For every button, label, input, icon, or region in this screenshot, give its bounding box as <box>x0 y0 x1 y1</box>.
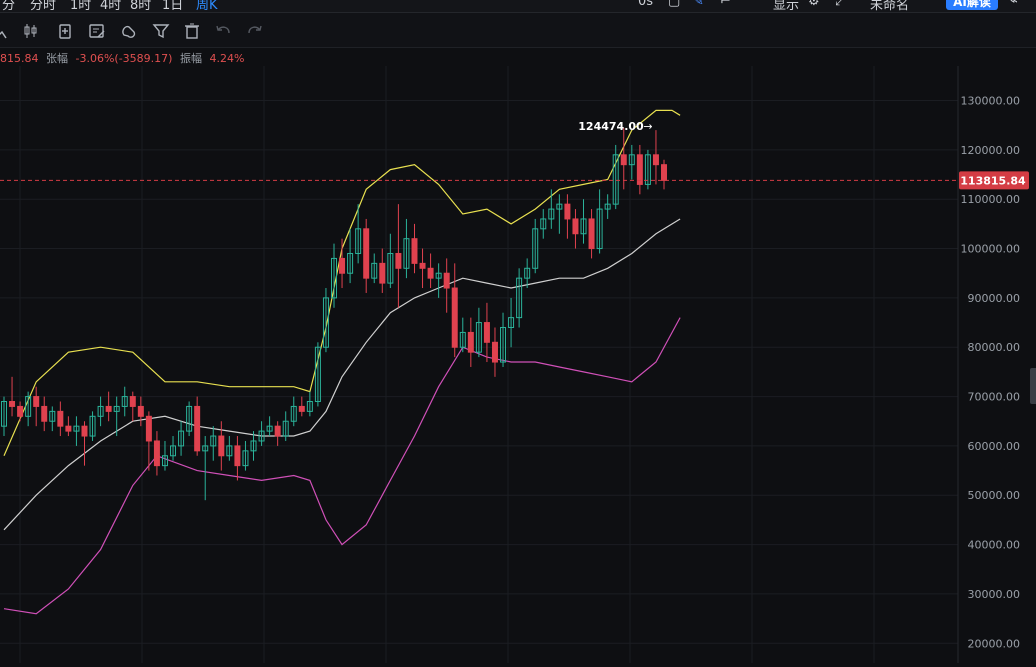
top-bar: 分 分时 1时 4时 8时 1日 周K 0s ▢ ✎ ⌐ 显示 ⚙ ⤢ 未命名 … <box>0 0 1036 13</box>
close-value: 815.84 <box>0 52 39 65</box>
amplitude-value: 4.24% <box>209 52 245 65</box>
timeframe-8h[interactable]: 8时 <box>130 0 151 12</box>
candle-body <box>443 272 450 289</box>
candle-body <box>564 203 571 220</box>
price-chart[interactable]: 130000.00 120000.00 110000.00 100000.00 9000… <box>0 66 1036 663</box>
candle-body <box>105 405 112 412</box>
candle-body <box>33 396 40 407</box>
expand-icon[interactable]: ⌐ <box>720 0 731 9</box>
candle-body <box>588 218 595 250</box>
timeframe-min[interactable]: 分 <box>2 0 15 12</box>
candle-body <box>218 435 225 457</box>
timeframe-1w[interactable]: 周K <box>196 0 218 12</box>
y-tick-label: 100000.00 <box>961 243 1021 256</box>
y-tick-label: 120000.00 <box>961 144 1021 157</box>
candle-body <box>467 331 474 353</box>
lower-band-line <box>3 317 681 615</box>
candle-body <box>65 425 72 432</box>
high-marker-label: 124474.00 <box>578 120 644 133</box>
timeframe-1d[interactable]: 1日 <box>162 0 183 12</box>
trash-icon[interactable] <box>183 22 201 40</box>
draw-icon[interactable]: ✎ <box>693 0 704 9</box>
candle-body <box>411 238 418 264</box>
filter-icon[interactable] <box>152 22 170 40</box>
undo-icon[interactable] <box>214 22 232 40</box>
candle-body <box>427 267 434 279</box>
candle-body <box>483 322 490 343</box>
share-icon[interactable]: ⌁ <box>1010 0 1018 9</box>
y-tick-label: 60000.00 <box>968 440 1021 453</box>
candle-body <box>194 405 201 452</box>
side-panel-handle[interactable] <box>1030 368 1036 404</box>
candle-body <box>451 287 458 348</box>
ai-interpret-button[interactable]: AI解读 <box>946 0 998 10</box>
candle-body <box>652 154 659 166</box>
drawing-toolbar <box>0 13 1036 48</box>
candle-body <box>9 401 16 407</box>
note-icon[interactable] <box>88 22 106 40</box>
candle-body <box>274 425 281 437</box>
y-tick-label: 90000.00 <box>968 292 1021 305</box>
candle-body <box>153 440 160 467</box>
candle-body <box>395 252 402 269</box>
y-tick-label: 80000.00 <box>968 341 1021 354</box>
candle-body <box>145 415 152 442</box>
timeframe-4h[interactable]: 4时 <box>100 0 121 12</box>
candle-body <box>57 410 64 427</box>
candle-body <box>129 396 136 407</box>
change-label: 张幅 <box>46 52 68 65</box>
candle-body <box>81 425 88 437</box>
ohlc-info-line: 815.84 张幅 -3.06%(-3589.17) 振幅 4.24% <box>0 50 248 66</box>
y-tick-label: 20000.00 <box>968 637 1021 650</box>
candlestick-chart-svg[interactable]: 130000.00 120000.00 110000.00 100000.00 9000… <box>0 66 1036 663</box>
candle-body <box>41 405 48 422</box>
candle-body <box>339 257 346 274</box>
layout-name-select[interactable]: 未命名 <box>870 0 909 12</box>
candle-body <box>491 341 498 363</box>
y-tick-label: 30000.00 <box>968 588 1021 601</box>
candle-body <box>379 262 386 284</box>
amplitude-label: 振幅 <box>179 52 202 65</box>
y-tick-label: 50000.00 <box>968 489 1021 502</box>
measure-icon[interactable] <box>56 22 74 40</box>
y-tick-label: 110000.00 <box>961 193 1021 206</box>
fullscreen-icon[interactable]: ⤢ <box>835 0 845 9</box>
cursor-icon[interactable] <box>0 22 14 40</box>
candle-body <box>298 405 305 412</box>
y-tick-label: 70000.00 <box>968 391 1021 404</box>
candle-body <box>419 262 426 269</box>
arrow-right-icon: → <box>643 120 652 133</box>
candle-body <box>661 164 667 181</box>
last-price-label: 113815.84 <box>960 174 1026 187</box>
candle-body <box>572 218 579 235</box>
change-value: -3.06%(-3589.17) <box>75 52 173 65</box>
timeframe-1h[interactable]: 1时 <box>70 0 91 12</box>
candle-body <box>137 405 144 417</box>
y-tick-label: 130000.00 <box>961 95 1021 108</box>
candle-tool-icon[interactable] <box>22 22 40 40</box>
timeframe-time[interactable]: 分时 <box>30 0 56 12</box>
magnet-icon[interactable] <box>120 22 138 40</box>
candle-body <box>363 228 370 279</box>
refresh-interval[interactable]: 0s <box>638 0 653 9</box>
candle-body <box>234 445 241 467</box>
redo-icon[interactable] <box>246 22 264 40</box>
display-menu[interactable]: 显示 <box>773 0 799 12</box>
y-tick-label: 40000.00 <box>968 539 1021 552</box>
settings-icon[interactable]: ⚙ <box>808 0 820 9</box>
screenshot-icon[interactable]: ▢ <box>668 0 680 9</box>
candle-body <box>620 154 627 166</box>
candle-body <box>17 405 24 417</box>
